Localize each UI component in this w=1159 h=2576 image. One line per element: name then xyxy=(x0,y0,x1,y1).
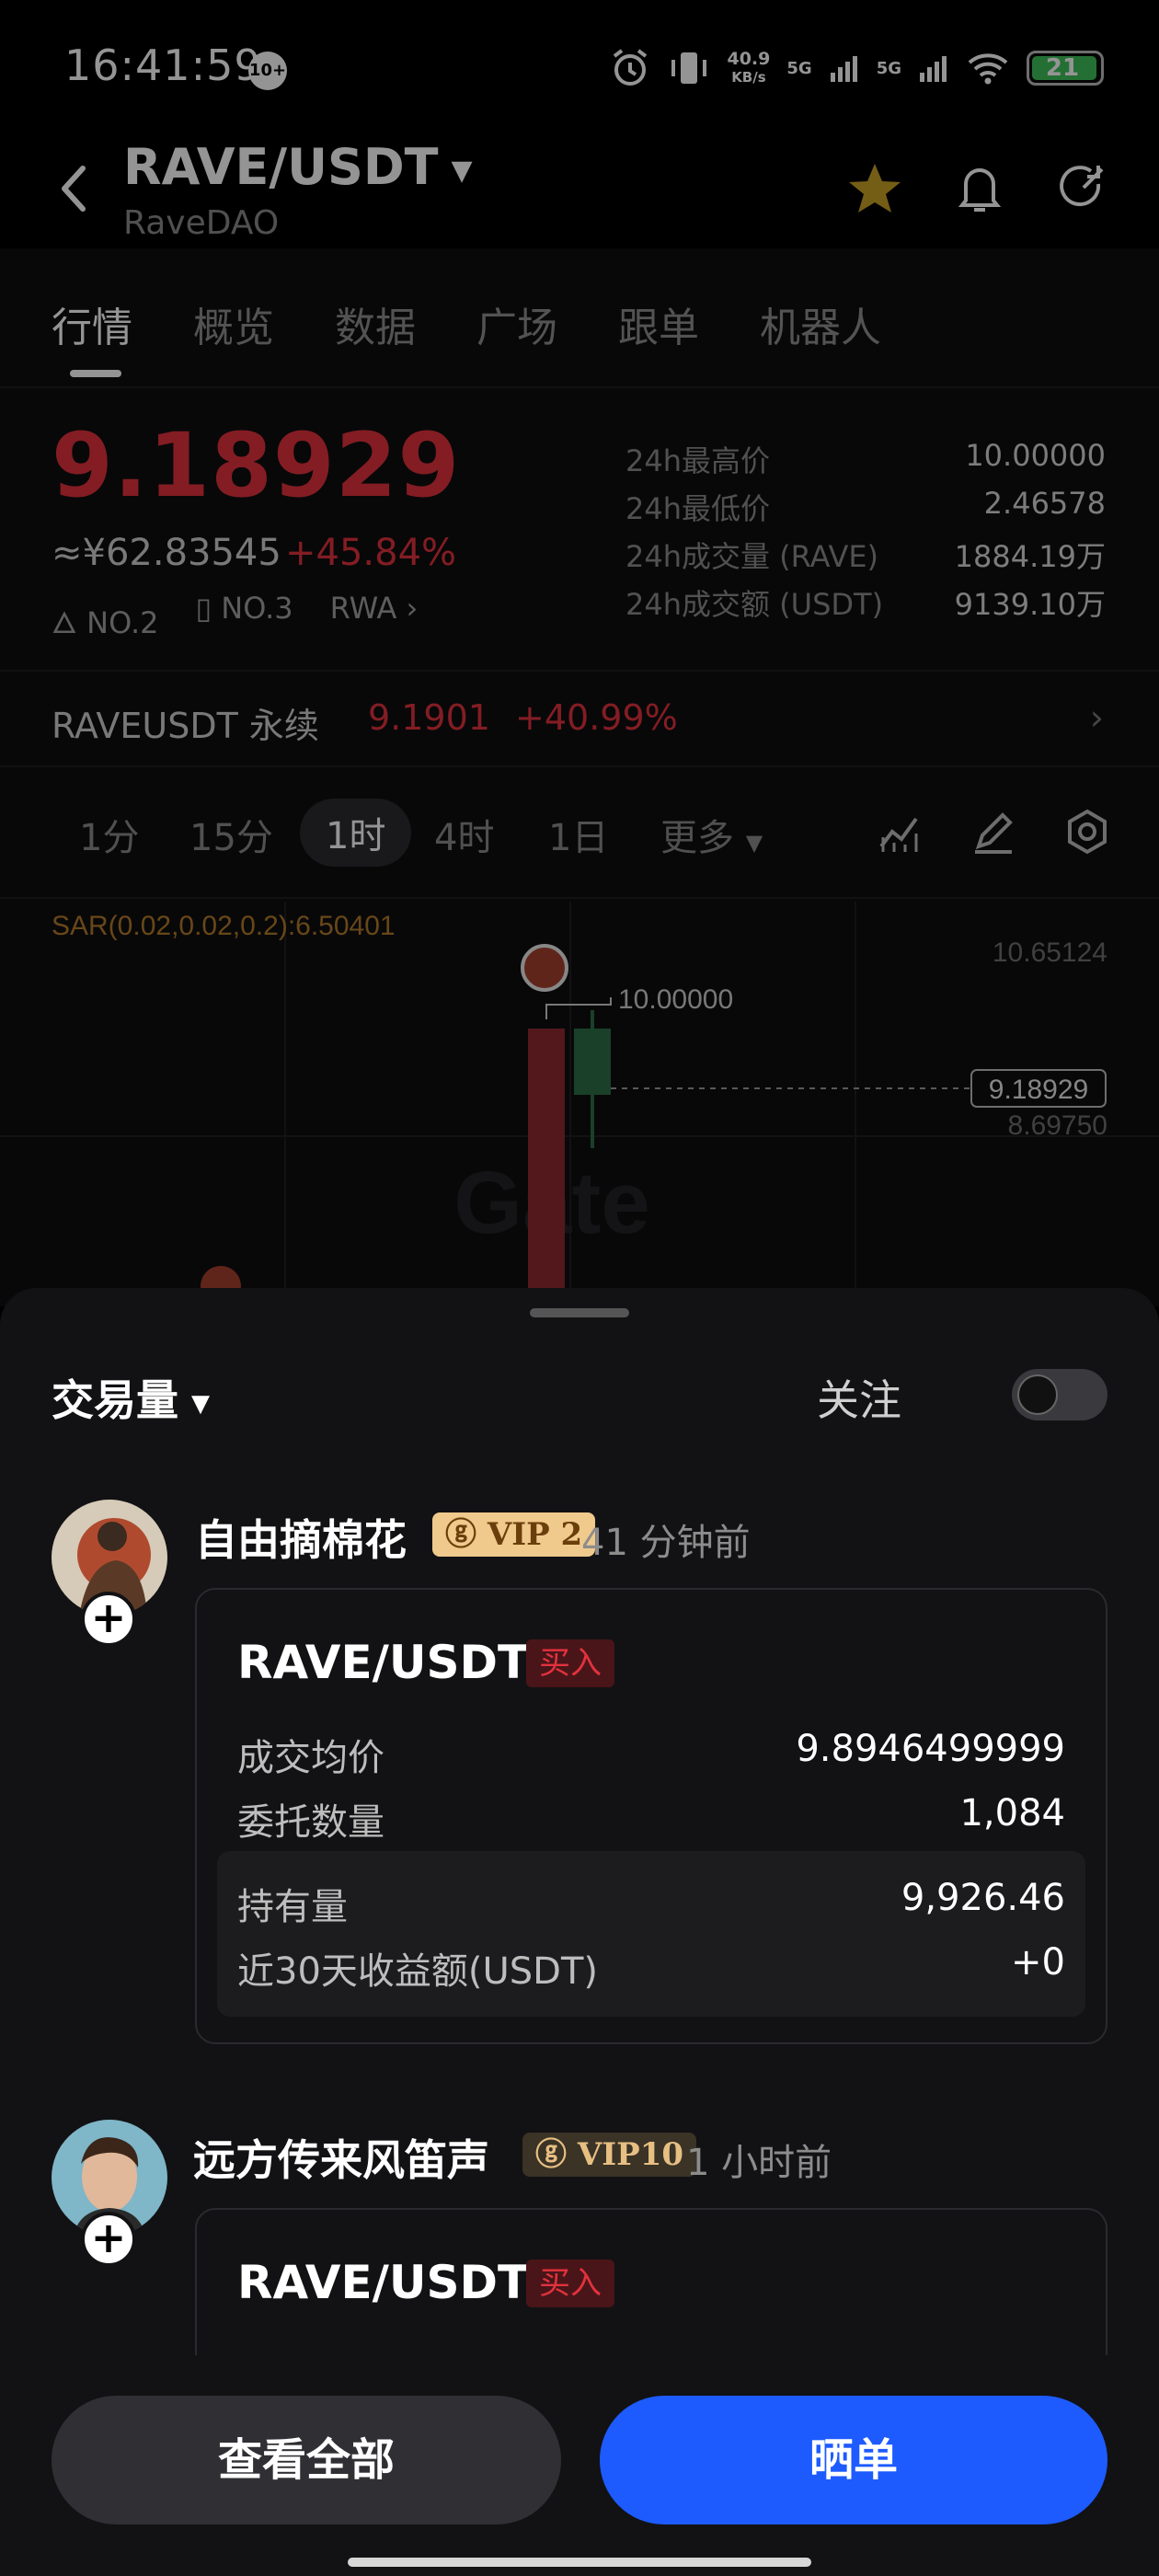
pnl-30d-value: +0 xyxy=(1011,1941,1065,1984)
action-bar: 查看全部 晒单 xyxy=(0,2355,1159,2576)
username[interactable]: 自由摘棉花 xyxy=(195,1507,407,1568)
side-badge: 买入 xyxy=(526,2260,614,2307)
view-all-button[interactable]: 查看全部 xyxy=(52,2396,561,2524)
avg-price-label: 成交均价 xyxy=(237,1737,384,1779)
post-time: 1 小时前 xyxy=(686,2142,832,2184)
sheet-filter[interactable]: 交易量 ▼ xyxy=(52,1367,210,1428)
vip-badge: ⓖ VIP 2 xyxy=(432,1512,596,1557)
modal-scrim[interactable] xyxy=(0,0,1159,1306)
vip-badge: ⓖ VIP10 xyxy=(522,2133,697,2177)
side-badge: 买入 xyxy=(526,1639,614,1687)
follow-plus-icon[interactable]: + xyxy=(81,1592,136,1647)
follow-plus-icon[interactable]: + xyxy=(81,2212,136,2267)
home-indicator[interactable] xyxy=(348,2558,811,2567)
sheet-grabber[interactable] xyxy=(530,1308,629,1317)
order-qty-label: 委托数量 xyxy=(237,1801,384,1844)
trade-pair: RAVE/USDT xyxy=(237,1636,530,1689)
caret-down-icon: ▼ xyxy=(191,1389,210,1418)
holdings-panel: 持有量 9,926.46 近30天收益额(USDT) +0 xyxy=(217,1851,1085,2017)
pnl-30d-label: 近30天收益额(USDT) xyxy=(237,1950,599,1993)
trade-pair: RAVE/USDT xyxy=(237,2256,530,2309)
username[interactable]: 远方传来风笛声 xyxy=(193,2127,489,2188)
post-time: 41 分钟前 xyxy=(581,1522,751,1564)
holding-value: 9,926.46 xyxy=(901,1877,1065,1919)
follow-label: 关注 xyxy=(817,1375,901,1425)
follow-toggle[interactable] xyxy=(1012,1369,1107,1420)
trade-card[interactable]: RAVE/USDT 买入 成交均价 9.8946499999 委托数量 1,08… xyxy=(195,1588,1107,2044)
share-order-button[interactable]: 晒单 xyxy=(600,2396,1107,2524)
avg-price-value: 9.8946499999 xyxy=(796,1728,1065,1770)
order-qty-value: 1,084 xyxy=(959,1792,1065,1834)
holding-label: 持有量 xyxy=(237,1886,348,1928)
